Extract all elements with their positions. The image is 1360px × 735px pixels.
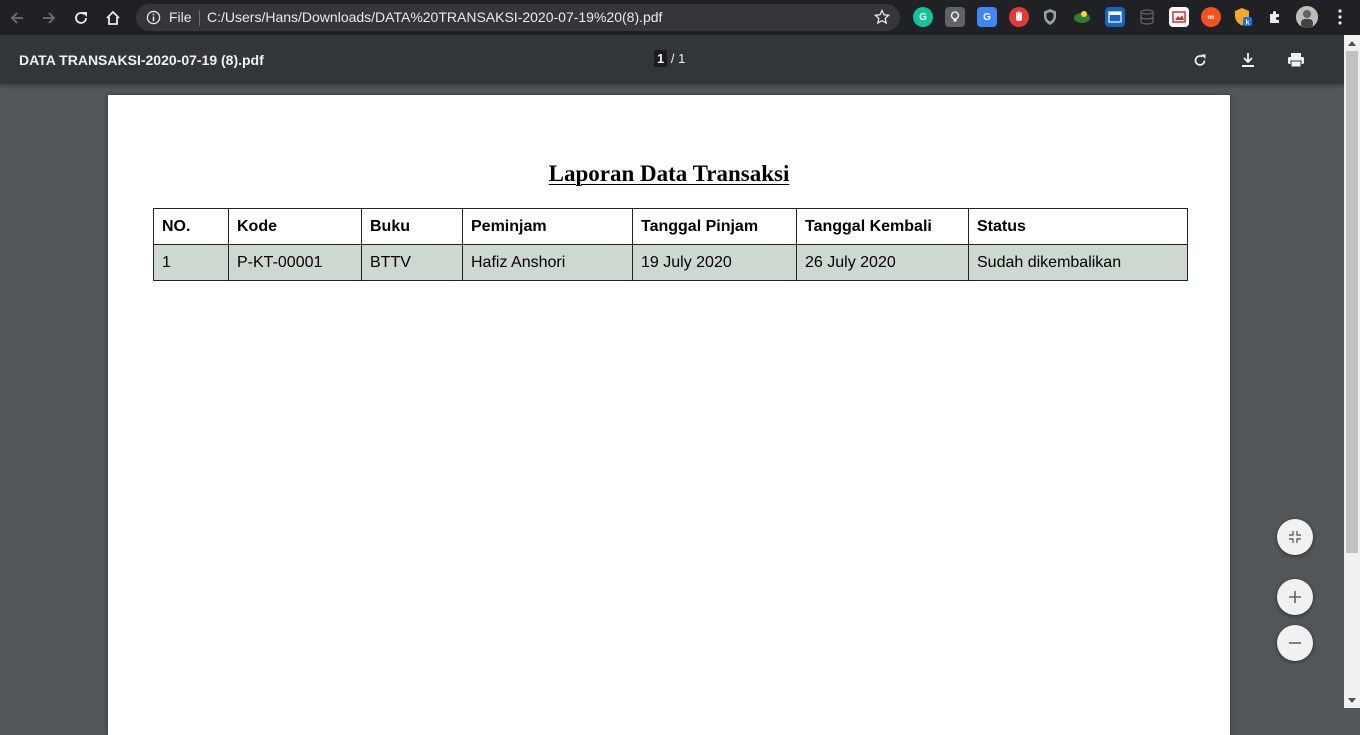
zoom-out-button[interactable]: [1277, 625, 1313, 661]
info-icon[interactable]: [146, 10, 161, 30]
svg-text:k: k: [1246, 20, 1250, 27]
cell-tanggal-pinjam: 19 July 2020: [632, 244, 797, 281]
cell-kode: P-KT-00001: [228, 244, 362, 281]
bookmark-star-icon[interactable]: [873, 8, 891, 30]
scroll-up-arrow-icon[interactable]: [1348, 41, 1356, 46]
pdf-page: Laporan Data Transaksi NO. Kode Buku Pem…: [108, 95, 1230, 735]
profile-avatar-icon[interactable]: [1296, 6, 1318, 28]
rotate-icon: [1194, 54, 1206, 66]
database-icon[interactable]: [1137, 7, 1157, 27]
forward-button[interactable]: [34, 0, 64, 35]
url-text[interactable]: C:/Users/Hans/Downloads/DATA%20TRANSAKSI…: [207, 9, 662, 25]
zoom-in-button[interactable]: [1277, 579, 1313, 615]
header-tanggal-kembali: Tanggal Kembali: [796, 208, 969, 245]
omnibox-divider: [199, 10, 200, 26]
arrow-left-icon: [10, 11, 23, 24]
home-icon: [106, 10, 120, 25]
report-title: Laporan Data Transaksi: [548, 161, 790, 186]
arrow-right-icon: [43, 11, 56, 24]
print-icon: [1288, 53, 1304, 68]
header-no: NO.: [153, 208, 229, 245]
table-row: 1 P-KT-00001 BTTV Hafiz Anshori 19 July …: [153, 244, 1188, 281]
header-tanggal-pinjam: Tanggal Pinjam: [632, 208, 797, 245]
minus-icon: [1289, 642, 1301, 644]
scrollbar-thumb[interactable]: [1346, 51, 1358, 553]
page-indicator: 1 / 1: [654, 50, 686, 67]
browser-toolbar: File C:/Users/Hans/Downloads/DATA%20TRAN…: [0, 0, 1360, 35]
header-kode: Kode: [228, 208, 362, 245]
home-button[interactable]: [98, 0, 128, 35]
plus-icon: [1289, 591, 1301, 603]
grammarly-icon[interactable]: G: [913, 7, 933, 27]
reload-button[interactable]: [66, 0, 96, 35]
vpn-icon[interactable]: k: [1233, 7, 1253, 27]
header-status: Status: [968, 208, 1188, 245]
translate-icon[interactable]: G: [977, 7, 997, 27]
page-total: / 1: [670, 51, 686, 66]
transaction-table: NO. Kode Buku Peminjam Tanggal Pinjam Ta…: [153, 208, 1188, 281]
table-header-row: NO. Kode Buku Peminjam Tanggal Pinjam Ta…: [153, 208, 1188, 245]
rotate-button[interactable]: [1189, 49, 1211, 71]
print-button[interactable]: [1285, 49, 1307, 71]
header-peminjam: Peminjam: [462, 208, 633, 245]
scroll-down-arrow-icon[interactable]: [1348, 698, 1356, 703]
header-buku: Buku: [361, 208, 463, 245]
pdf-file-title: DATA TRANSAKSI-2020-07-19 (8).pdf: [19, 52, 264, 68]
keep-icon[interactable]: [945, 7, 965, 27]
cell-buku: BTTV: [361, 244, 463, 281]
page-number-input[interactable]: 1: [654, 50, 668, 67]
scheme-label: File: [169, 9, 192, 25]
download-button[interactable]: [1237, 49, 1259, 71]
color-picker-icon[interactable]: [1072, 7, 1092, 27]
menu-kebab-icon[interactable]: [1330, 7, 1350, 27]
fit-page-icon: [1289, 531, 1301, 543]
back-button[interactable]: [2, 0, 32, 35]
infinity-icon[interactable]: ∞: [1201, 7, 1221, 27]
shield-icon[interactable]: [1040, 7, 1060, 27]
window-resizer-icon[interactable]: [1105, 7, 1125, 27]
screenshot-icon[interactable]: [1169, 7, 1189, 27]
cell-no: 1: [153, 244, 229, 281]
cell-peminjam: Hafiz Anshori: [462, 244, 633, 281]
address-bar[interactable]: File C:/Users/Hans/Downloads/DATA%20TRAN…: [136, 4, 900, 31]
reload-icon: [75, 11, 87, 24]
pdf-toolbar: DATA TRANSAKSI-2020-07-19 (8).pdf 1 / 1: [0, 35, 1344, 84]
cell-status: Sudah dikembalikan: [968, 244, 1188, 281]
fit-to-page-button[interactable]: [1277, 519, 1313, 555]
cell-tanggal-kembali: 26 July 2020: [796, 244, 969, 281]
download-icon: [1242, 53, 1254, 67]
extensions-puzzle-icon[interactable]: [1265, 7, 1285, 27]
adblock-icon[interactable]: [1009, 7, 1029, 27]
